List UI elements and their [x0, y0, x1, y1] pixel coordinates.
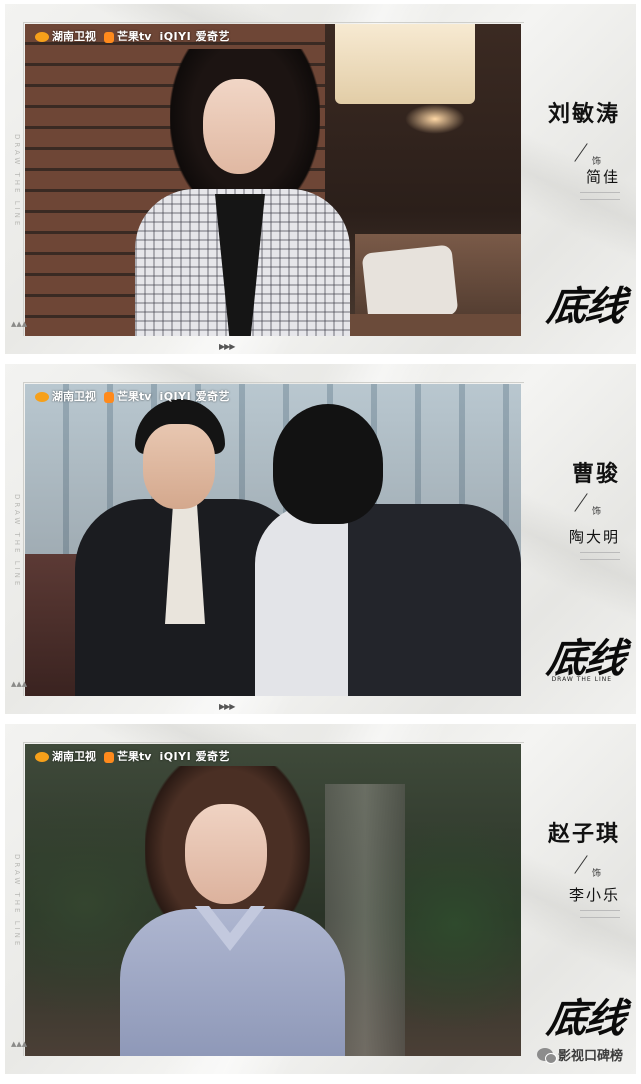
character-card-2: 湖南卫视 芒果tv iQIYI 爱奇艺 DRAW THE LINE ▲▲▲ ▶▶… [5, 364, 636, 714]
broadcaster-logos: 湖南卫视 芒果tv iQIYI 爱奇艺 [35, 748, 230, 764]
iqiyi-cn-logo: 爱奇艺 [195, 30, 231, 43]
actor-name: 刘敏涛 [547, 101, 620, 127]
watermark-text: 影视口碑榜 [557, 1049, 623, 1064]
still-photo-3: 湖南卫视 芒果tv iQIYI 爱奇艺 [25, 744, 521, 1056]
hunan-tv-icon [35, 392, 49, 402]
character-card-3: 湖南卫视 芒果tv iQIYI 爱奇艺 DRAW THE LINE ▲▲▲ 赵子… [5, 724, 636, 1074]
actor-name: 赵子琪 [547, 821, 620, 847]
frame-line [23, 742, 24, 1056]
mango-tv-logo: 芒果tv [117, 390, 152, 403]
slash-divider [574, 493, 588, 512]
iqiyi-logo: iQIYI [159, 390, 192, 403]
poster-collage: 湖南卫视 芒果tv iQIYI 爱奇艺 DRAW THE LINE ▲▲▲ ▶▶… [0, 0, 641, 1084]
role-underline [580, 192, 620, 200]
vertical-title-mark: DRAW THE LINE [13, 134, 21, 229]
broadcaster-logos: 湖南卫视 芒果tv iQIYI 爱奇艺 [35, 388, 230, 404]
mango-tv-logo: 芒果tv [117, 30, 152, 43]
frame-line [23, 382, 24, 696]
role-name: 李小乐 [568, 886, 620, 904]
role-underline [580, 552, 620, 560]
iqiyi-cn-logo: 爱奇艺 [195, 390, 231, 403]
as-label: 饰 [591, 869, 601, 879]
mango-tv-icon [104, 391, 114, 403]
corner-arrows-icon: ▲▲▲ [11, 1040, 28, 1048]
slash-divider [574, 855, 588, 874]
iqiyi-cn-logo: 爱奇艺 [195, 750, 231, 763]
hunan-tv-logo: 湖南卫视 [52, 30, 96, 43]
iqiyi-logo: iQIYI [159, 750, 192, 763]
role-underline [580, 910, 620, 918]
hunan-tv-logo: 湖南卫视 [52, 390, 96, 403]
role-name: 陶大明 [568, 528, 620, 546]
show-title-logo: 底线 [544, 995, 627, 1042]
frame-line [23, 22, 24, 336]
account-watermark: 影视口碑榜 [536, 1045, 623, 1064]
vertical-title-mark: DRAW THE LINE [13, 494, 21, 589]
wechat-icon [536, 1048, 557, 1064]
broadcaster-logos: 湖南卫视 芒果tv iQIYI 爱奇艺 [35, 28, 230, 44]
hunan-tv-icon [35, 752, 49, 762]
hunan-tv-icon [35, 32, 49, 42]
iqiyi-logo: iQIYI [159, 30, 192, 43]
slash-divider [574, 143, 588, 162]
show-subtitle: DRAW THE LINE [551, 676, 612, 683]
frame-line [23, 742, 524, 743]
actor-name: 曹骏 [571, 461, 620, 487]
arrows-icon: ▶▶▶ [219, 702, 236, 711]
still-photo-2: 湖南卫视 芒果tv iQIYI 爱奇艺 [25, 384, 521, 696]
as-label: 饰 [591, 507, 601, 517]
mango-tv-logo: 芒果tv [117, 750, 152, 763]
hunan-tv-logo: 湖南卫视 [52, 750, 96, 763]
mango-tv-icon [104, 31, 114, 43]
corner-arrows-icon: ▲▲▲ [11, 320, 28, 328]
mango-tv-icon [104, 751, 114, 763]
still-photo-1: 湖南卫视 芒果tv iQIYI 爱奇艺 [25, 24, 521, 336]
arrows-icon: ▶▶▶ [219, 342, 236, 351]
show-title-logo: 底线 [544, 283, 627, 330]
frame-line [23, 382, 524, 383]
corner-arrows-icon: ▲▲▲ [11, 680, 28, 688]
vertical-title-mark: DRAW THE LINE [13, 854, 21, 949]
frame-line [23, 22, 524, 23]
character-card-1: 湖南卫视 芒果tv iQIYI 爱奇艺 DRAW THE LINE ▲▲▲ ▶▶… [5, 4, 636, 354]
role-name: 简佳 [585, 168, 620, 186]
